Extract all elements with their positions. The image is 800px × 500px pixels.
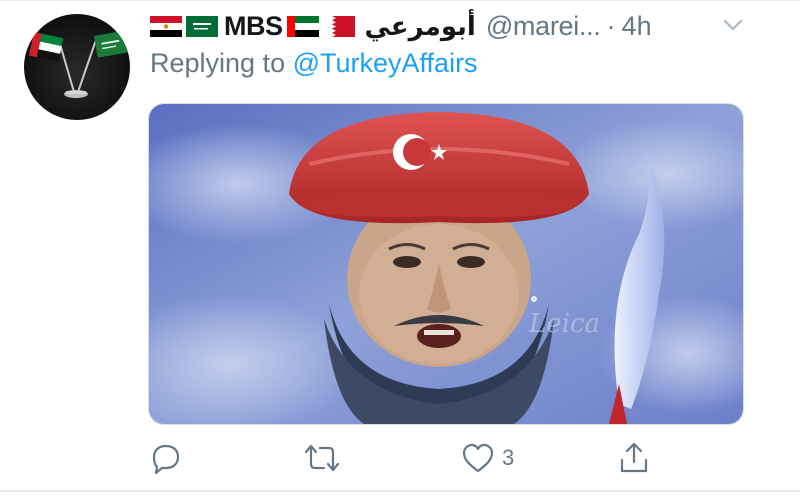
user-handle[interactable]: @marei... xyxy=(486,11,601,42)
reply-button[interactable] xyxy=(148,438,184,478)
retweet-icon xyxy=(304,444,340,472)
reply-icon xyxy=(152,444,180,475)
caricature-image: Leica xyxy=(149,104,743,424)
divider xyxy=(0,0,800,1)
avatar[interactable] xyxy=(24,14,130,120)
saudi-flag-icon xyxy=(186,15,218,37)
action-bar: 3 xyxy=(0,438,800,478)
like-count: 3 xyxy=(502,445,515,470)
tweet[interactable]: MBS أبومرعي @marei... · 4h Replying to @ xyxy=(0,0,800,500)
share-icon xyxy=(620,442,648,473)
chevron-down-icon[interactable] xyxy=(722,14,744,36)
avatar-flags-image xyxy=(29,30,128,98)
reply-target-link[interactable]: @TurkeyAffairs xyxy=(293,48,478,78)
bahrain-flag-icon xyxy=(322,15,355,37)
divider xyxy=(0,490,800,492)
timestamp[interactable]: 4h xyxy=(622,11,652,42)
uae-flag-icon xyxy=(286,15,319,37)
like-button[interactable]: 3 xyxy=(460,438,514,478)
display-name[interactable]: MBS xyxy=(224,11,283,42)
reply-prefix: Replying to xyxy=(150,48,286,78)
tweet-image[interactable]: Leica xyxy=(148,103,744,425)
separator: · xyxy=(606,10,616,41)
arabic-display-name[interactable]: أبومرعي xyxy=(365,11,476,42)
like-icon xyxy=(462,443,494,473)
retweet-button[interactable] xyxy=(302,438,342,478)
tweet-header: MBS أبومرعي @marei... · 4h xyxy=(150,8,750,44)
image-watermark: Leica xyxy=(528,309,600,339)
egypt-flag-icon xyxy=(150,15,182,37)
share-button[interactable] xyxy=(616,438,652,478)
reply-context: Replying to @TurkeyAffairs xyxy=(150,48,478,79)
